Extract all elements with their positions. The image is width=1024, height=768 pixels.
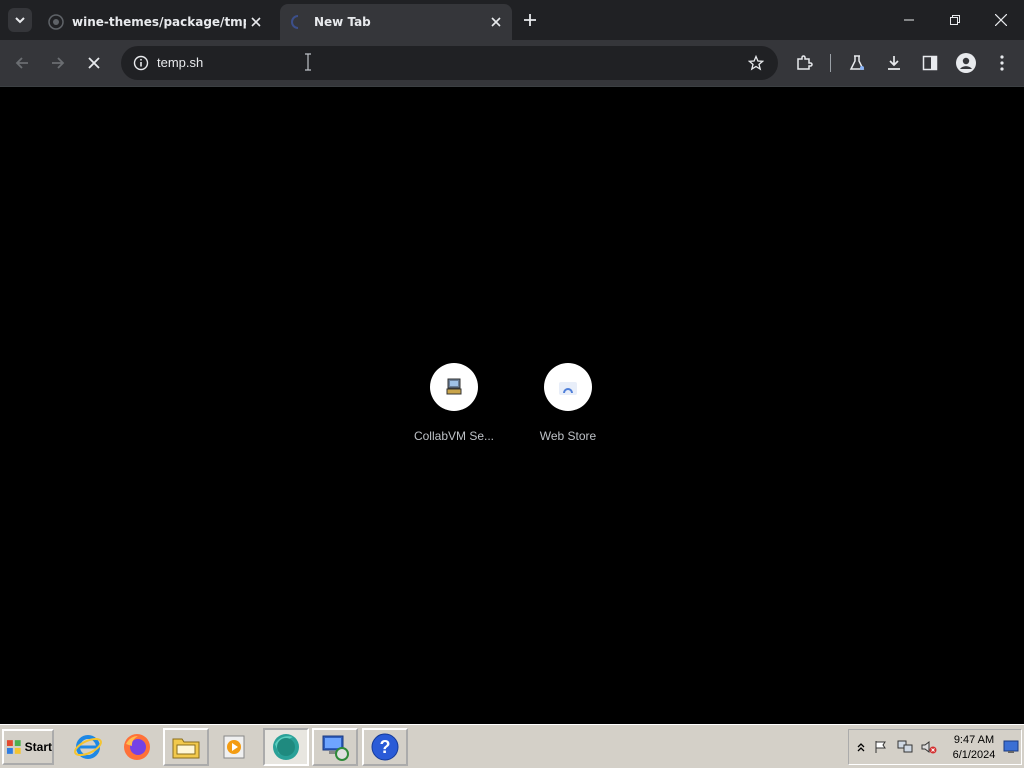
side-panel-icon [922,55,938,71]
internet-explorer-button[interactable] [65,728,111,766]
close-window-button[interactable] [978,0,1024,40]
file-manager-button[interactable] [163,728,209,766]
close-icon [995,14,1007,26]
restore-icon [950,15,960,25]
profile-button[interactable] [952,49,980,77]
shortcut-icon-circle [430,363,478,411]
site-info-button[interactable] [129,51,153,75]
help-icon: ? [371,733,399,761]
tab-title: New Tab [314,15,371,29]
toolbar-separator [830,54,831,72]
firefox-button[interactable] [114,728,160,766]
more-vert-icon [1000,55,1004,71]
new-tab-button[interactable] [518,8,542,32]
flask-icon [849,55,865,70]
media-player-icon [223,735,245,759]
shortcut-label: CollabVM Se... [413,429,495,443]
extensions-button[interactable] [790,49,818,77]
chevron-down-icon [15,17,25,24]
windows-logo-icon [6,740,21,754]
avatar-icon [956,53,976,73]
download-icon [888,56,900,70]
volume-muted-icon [921,741,937,754]
tab-title: wine-themes/package/tmp/wi [72,15,246,29]
start-label: Start [24,740,52,754]
address-text[interactable]: temp.sh [157,55,203,70]
clock-time: 9:47 AM [953,734,995,746]
side-panel-button[interactable] [916,49,944,77]
restore-button[interactable] [932,0,978,40]
internet-explorer-icon [74,735,102,759]
action-center-button[interactable] [873,739,889,755]
chrome-icon [273,734,299,760]
stop-loading-button[interactable] [80,49,108,77]
close-icon [88,57,100,69]
loading-icon [291,15,299,29]
forward-button[interactable] [44,49,72,77]
media-player-button[interactable] [212,728,258,766]
back-button[interactable] [8,49,36,77]
minimize-button[interactable] [886,0,932,40]
minimize-icon [904,19,914,21]
labs-button[interactable] [843,49,871,77]
back-arrow-icon [15,57,28,69]
taskbar: Start ? 9:47 AM 6/1/2024 [0,724,1024,768]
computer-icon [446,378,462,395]
flag-icon [875,741,886,753]
tab-strip: wine-themes/package/tmp/wi New Tab [0,0,1024,40]
show-hidden-icons-button[interactable] [853,739,869,755]
chevron-up-icon [857,743,865,752]
star-icon [748,55,764,71]
shortcut-tile[interactable]: CollabVM Se... [398,363,510,463]
chrome-button[interactable] [263,728,309,766]
github-icon [48,14,64,30]
menu-button[interactable] [988,49,1016,77]
svg-text:?: ? [380,737,391,757]
desktop-icon [1003,740,1019,753]
puzzle-icon [797,55,813,70]
tab-search-button[interactable] [8,8,32,32]
address-bar[interactable]: temp.sh [121,46,778,80]
downloads-button[interactable] [880,49,908,77]
system-tray: 9:47 AM 6/1/2024 [848,729,1022,765]
remote-desktop-button[interactable] [312,728,358,766]
file-manager-icon [172,738,200,759]
tab-github[interactable]: wine-themes/package/tmp/wi [40,4,272,40]
help-button[interactable]: ? [362,728,408,766]
firefox-icon [124,734,150,760]
network-icon [897,740,913,753]
new-tab-page: CollabVM Se... Web Store [0,86,1024,724]
close-icon[interactable] [246,12,266,32]
close-icon[interactable] [486,12,506,32]
shortcut-icon-circle [544,363,592,411]
web-store-icon [559,382,577,395]
plus-icon [524,14,536,26]
shortcut-label: Web Store [539,429,597,443]
remote-desktop-icon [322,735,349,761]
show-desktop-button[interactable] [1003,739,1019,755]
text-cursor-icon [305,53,311,71]
network-button[interactable] [897,739,913,755]
clock[interactable]: 9:47 AM 6/1/2024 [949,733,999,763]
volume-button[interactable] [921,739,937,755]
clock-date: 6/1/2024 [952,749,996,761]
bookmark-button[interactable] [744,51,768,75]
info-icon [133,55,149,71]
tab-new-tab[interactable]: New Tab [280,4,512,40]
forward-arrow-icon [52,57,65,69]
browser-toolbar: temp.sh [0,40,1024,86]
start-button[interactable]: Start [2,729,54,765]
shortcut-tile[interactable]: Web Store [512,363,624,463]
